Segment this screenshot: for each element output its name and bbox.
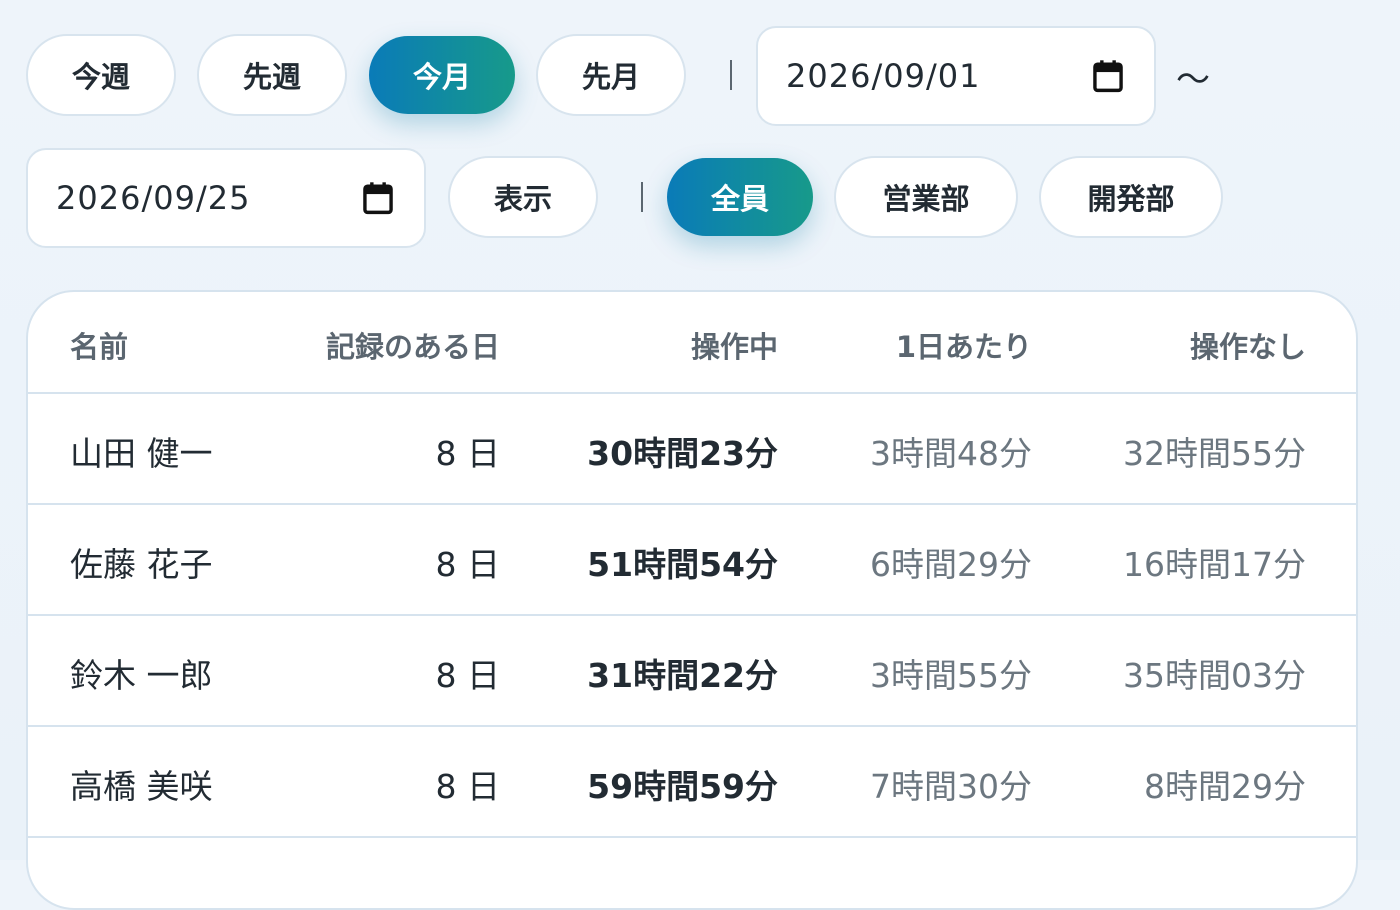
period-this-month-button[interactable]: 今月 bbox=[369, 36, 515, 114]
cell-active: 59時間59分 bbox=[587, 767, 778, 806]
separator bbox=[641, 182, 643, 212]
calendar-icon[interactable] bbox=[1092, 59, 1124, 93]
period-last-month-button[interactable]: 先月 bbox=[536, 34, 686, 116]
group-dev-button[interactable]: 開発部 bbox=[1039, 156, 1223, 238]
date-range-separator: 〜 bbox=[1176, 60, 1210, 100]
table-row[interactable]: 山田 健一 8 日 30時間23分 3時間48分 32時間55分 bbox=[28, 394, 1356, 505]
cell-per-day: 6時間29分 bbox=[870, 545, 1032, 584]
show-button[interactable]: 表示 bbox=[448, 156, 598, 238]
cell-idle: 35時間03分 bbox=[1123, 656, 1306, 695]
header-idle: 操作なし bbox=[1189, 330, 1306, 364]
cell-active: 30時間23分 bbox=[587, 434, 778, 473]
cell-name: 佐藤 花子 bbox=[70, 545, 213, 584]
group-all-button[interactable]: 全員 bbox=[667, 158, 813, 236]
cell-per-day: 3時間55分 bbox=[870, 656, 1032, 695]
cell-idle: 32時間55分 bbox=[1123, 434, 1306, 473]
cell-name: 高橋 美咲 bbox=[70, 767, 213, 806]
table-row[interactable]: 高橋 美咲 8 日 59時間59分 7時間30分 8時間29分 bbox=[28, 727, 1356, 838]
cell-days: 8 日 bbox=[435, 767, 501, 806]
table-header: 名前 記録のある日 操作中 1日あたり 操作なし bbox=[28, 292, 1356, 394]
cell-days: 8 日 bbox=[435, 656, 501, 695]
end-date-value: 2026/09/25 bbox=[56, 179, 251, 217]
header-name: 名前 bbox=[70, 330, 129, 364]
cell-name: 山田 健一 bbox=[70, 434, 213, 473]
calendar-icon[interactable] bbox=[362, 181, 394, 215]
cell-idle: 8時間29分 bbox=[1144, 767, 1306, 806]
cell-per-day: 3時間48分 bbox=[870, 434, 1032, 473]
start-date-value: 2026/09/01 bbox=[786, 57, 981, 95]
table-row[interactable]: 佐藤 花子 8 日 51時間54分 6時間29分 16時間17分 bbox=[28, 505, 1356, 616]
table-row[interactable]: 鈴木 一郎 8 日 31時間22分 3時間55分 35時間03分 bbox=[28, 616, 1356, 727]
summary-table: 名前 記録のある日 操作中 1日あたり 操作なし 山田 健一 8 日 30時間2… bbox=[26, 290, 1358, 910]
header-days: 記録のある日 bbox=[325, 330, 500, 364]
cell-days: 8 日 bbox=[435, 434, 501, 473]
period-this-week-button[interactable]: 今週 bbox=[26, 34, 176, 116]
group-sales-button[interactable]: 営業部 bbox=[834, 156, 1018, 238]
cell-active: 51時間54分 bbox=[587, 545, 778, 584]
header-per-day: 1日あたり bbox=[895, 330, 1032, 364]
cell-idle: 16時間17分 bbox=[1123, 545, 1306, 584]
end-date-input[interactable]: 2026/09/25 bbox=[26, 148, 426, 248]
cell-per-day: 7時間30分 bbox=[870, 767, 1032, 806]
cell-name: 鈴木 一郎 bbox=[70, 656, 213, 695]
cell-active: 31時間22分 bbox=[587, 656, 778, 695]
period-last-week-button[interactable]: 先週 bbox=[197, 34, 347, 116]
cell-days: 8 日 bbox=[435, 545, 501, 584]
header-active: 操作中 bbox=[690, 330, 778, 364]
separator bbox=[730, 60, 732, 90]
start-date-input[interactable]: 2026/09/01 bbox=[756, 26, 1156, 126]
